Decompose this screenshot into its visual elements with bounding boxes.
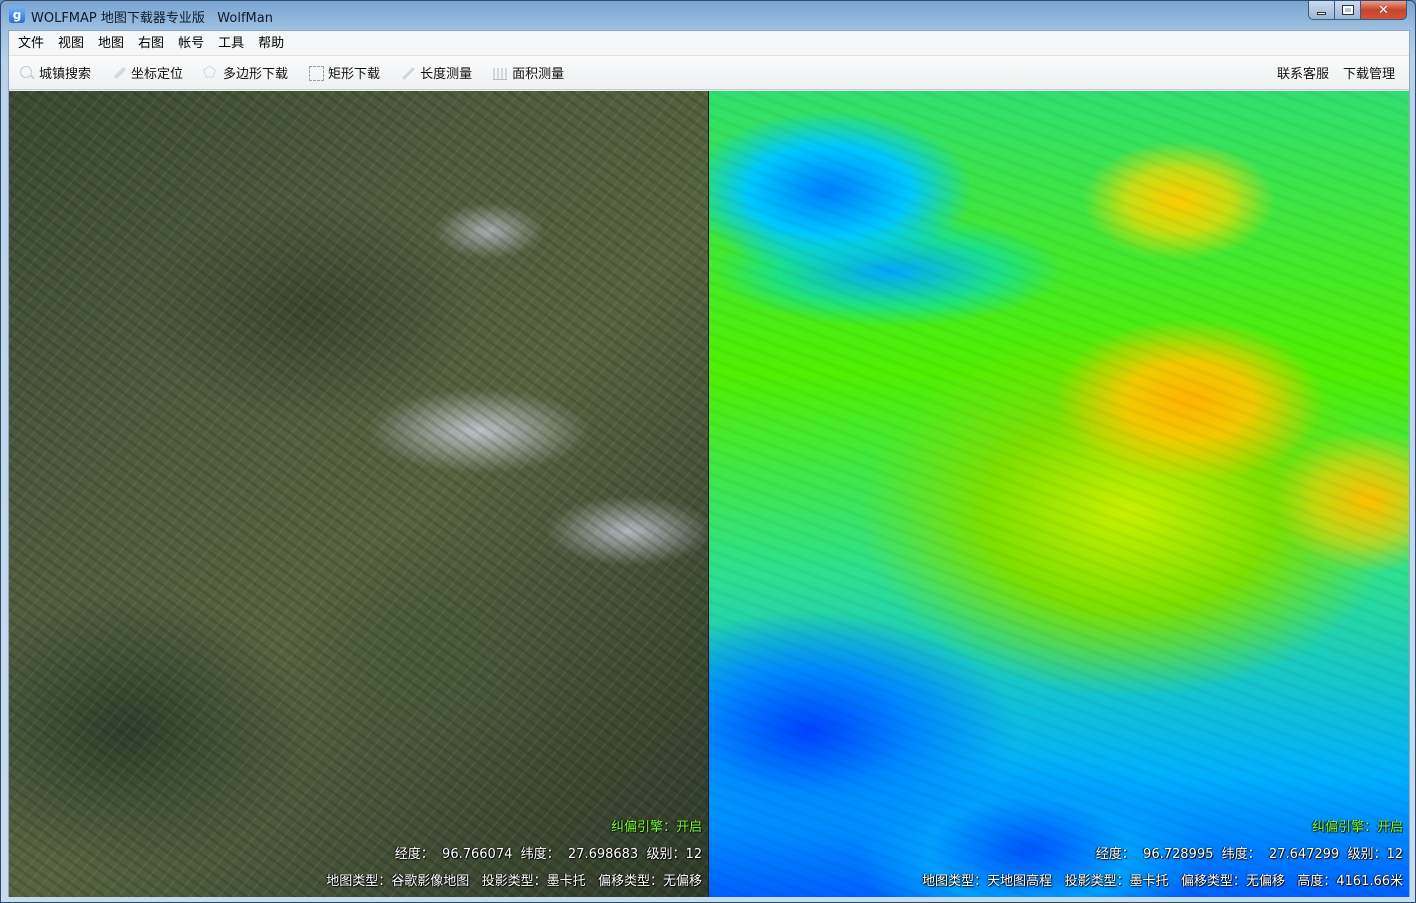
tool-label: 矩形下载: [328, 67, 381, 82]
area-icon: [492, 65, 508, 81]
close-icon: ✕: [1378, 2, 1389, 18]
polygon-download-button[interactable]: 多边形下载: [203, 61, 288, 85]
ruler-icon: [400, 65, 416, 81]
minimize-button[interactable]: [1308, 1, 1335, 20]
map-type-info: 地图类型：天地图高程 投影类型：墨卡托 偏移类型：无偏移 高度：4161.66米: [922, 874, 1403, 889]
tool-label: 长度测量: [420, 67, 473, 82]
tool-label: 坐标定位: [131, 67, 184, 82]
title-bar[interactable]: g WOLFMAP 地图下载器专业版 WolfMan ✕: [1, 1, 1415, 29]
correction-engine-status: 纠偏引擎：开启: [1311, 820, 1403, 835]
coordinate-readout: 经度： 96.728995 纬度： 27.647299 级别：12: [1095, 847, 1403, 862]
menu-map[interactable]: 地图: [91, 31, 131, 56]
menu-right-map[interactable]: 右图: [131, 31, 171, 56]
length-measure-button[interactable]: 长度测量: [400, 61, 472, 85]
rectangle-icon: [308, 65, 325, 81]
elevation-map-view[interactable]: 纠偏引擎：开启 经度： 96.728995 纬度： 27.647299 级别：1…: [709, 91, 1409, 897]
minimize-icon: [1317, 11, 1326, 15]
client-area: 文件 视图 地图 右图 帐号 工具 帮助 城镇搜索 坐标定位 多边形下载: [8, 30, 1410, 897]
correction-engine-status: 纠偏引擎：开启: [610, 820, 702, 835]
window-title: WOLFMAP 地图下载器专业版 WolfMan: [31, 11, 273, 26]
contact-support-button[interactable]: 联系客服: [1277, 63, 1329, 82]
satellite-map-view[interactable]: 纠偏引擎：开启 经度： 96.766074 纬度： 27.698683 级别：1…: [9, 91, 709, 897]
map-area: 纠偏引擎：开启 经度： 96.766074 纬度： 27.698683 级别：1…: [9, 91, 1409, 897]
tool-label: 多边形下载: [223, 67, 289, 82]
maximize-button[interactable]: [1335, 1, 1361, 20]
menu-bar: 文件 视图 地图 右图 帐号 工具 帮助: [9, 31, 1409, 56]
close-button[interactable]: ✕: [1361, 1, 1407, 20]
window-controls: ✕: [1308, 1, 1407, 20]
elevation-texture: [709, 91, 1409, 897]
polygon-icon: [203, 63, 219, 81]
area-measure-button[interactable]: 面积测量: [492, 61, 564, 85]
menu-help[interactable]: 帮助: [251, 31, 291, 56]
rectangle-download-button[interactable]: 矩形下载: [308, 61, 380, 85]
tool-label: 面积测量: [512, 67, 565, 82]
menu-file[interactable]: 文件: [11, 31, 51, 56]
tool-label: 城镇搜索: [39, 67, 92, 82]
app-window: g WOLFMAP 地图下载器专业版 WolfMan ✕ 文件 视图 地图 右图…: [0, 0, 1416, 903]
coordinate-locate-button[interactable]: 坐标定位: [111, 61, 183, 85]
menu-tools[interactable]: 工具: [211, 31, 251, 56]
download-manager-button[interactable]: 下载管理: [1343, 63, 1395, 82]
app-icon[interactable]: g: [9, 7, 25, 23]
satellite-texture: [9, 91, 708, 897]
toolbar: 城镇搜索 坐标定位 多边形下载 矩形下载 长度测量 面积测量: [9, 56, 1409, 90]
search-icon: [19, 65, 35, 81]
coordinate-readout: 经度： 96.766074 纬度： 27.698683 级别：12: [394, 847, 702, 862]
menu-view[interactable]: 视图: [51, 31, 91, 56]
map-type-info: 地图类型：谷歌影像地图 投影类型：墨卡托 偏移类型：无偏移: [326, 874, 702, 889]
town-search-button[interactable]: 城镇搜索: [19, 61, 91, 85]
menu-account[interactable]: 帐号: [171, 31, 211, 56]
maximize-icon: [1341, 5, 1354, 15]
pin-icon: [111, 65, 127, 81]
